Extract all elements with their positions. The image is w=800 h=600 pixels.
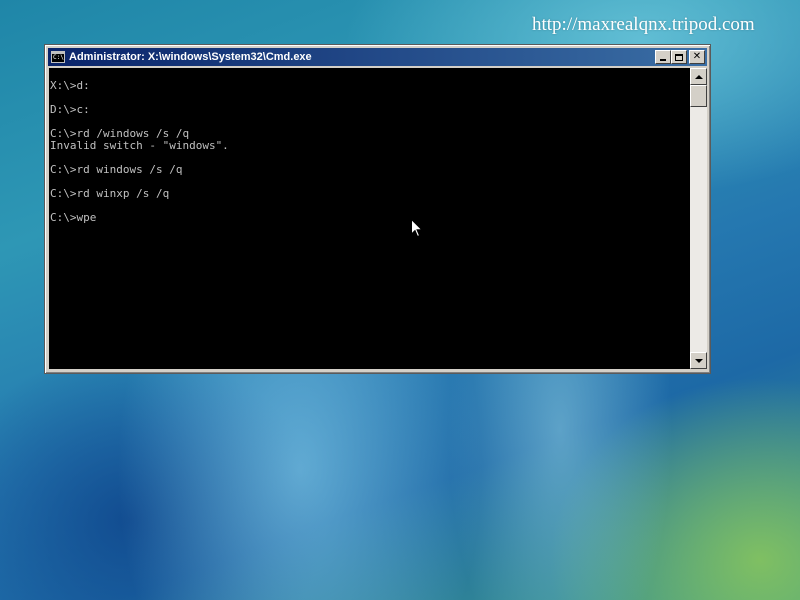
cmd-window-icon[interactable]: C:\ [51, 51, 65, 63]
desktop-watermark-url: http://maxrealqnx.tripod.com [532, 14, 755, 35]
window-controls: ✕ [655, 50, 705, 64]
console-line: X:\>d: [50, 79, 90, 92]
arrow-up-icon [694, 74, 703, 79]
maximize-button[interactable] [671, 50, 687, 64]
console-line: C:\>rd winxp /s /q [50, 187, 170, 200]
minimize-icon [660, 59, 666, 61]
console-output[interactable]: X:\>d: D:\>c: C:\>rd /windows /s /q Inva… [49, 68, 690, 369]
title-bar[interactable]: C:\ Administrator: X:\windows\System32\C… [48, 48, 707, 66]
close-icon: ✕ [692, 51, 702, 62]
console-line: C:\>rd windows /s /q [50, 163, 183, 176]
console-line: Invalid switch - "windows". [50, 139, 229, 152]
scroll-down-button[interactable] [690, 352, 707, 369]
vertical-scrollbar[interactable] [690, 68, 707, 369]
minimize-button[interactable] [655, 50, 671, 64]
scroll-up-button[interactable] [690, 68, 707, 85]
console-line: D:\>c: [50, 103, 90, 116]
arrow-down-icon [694, 358, 703, 363]
close-button[interactable]: ✕ [689, 50, 705, 64]
scroll-thumb[interactable] [690, 85, 707, 107]
mouse-pointer-icon [411, 219, 423, 238]
window-title: Administrator: X:\windows\System32\Cmd.e… [69, 51, 312, 63]
console-prompt-line: C:\>wpe [50, 211, 97, 224]
cmd-window[interactable]: C:\ Administrator: X:\windows\System32\C… [44, 44, 711, 374]
maximize-icon [675, 53, 683, 61]
